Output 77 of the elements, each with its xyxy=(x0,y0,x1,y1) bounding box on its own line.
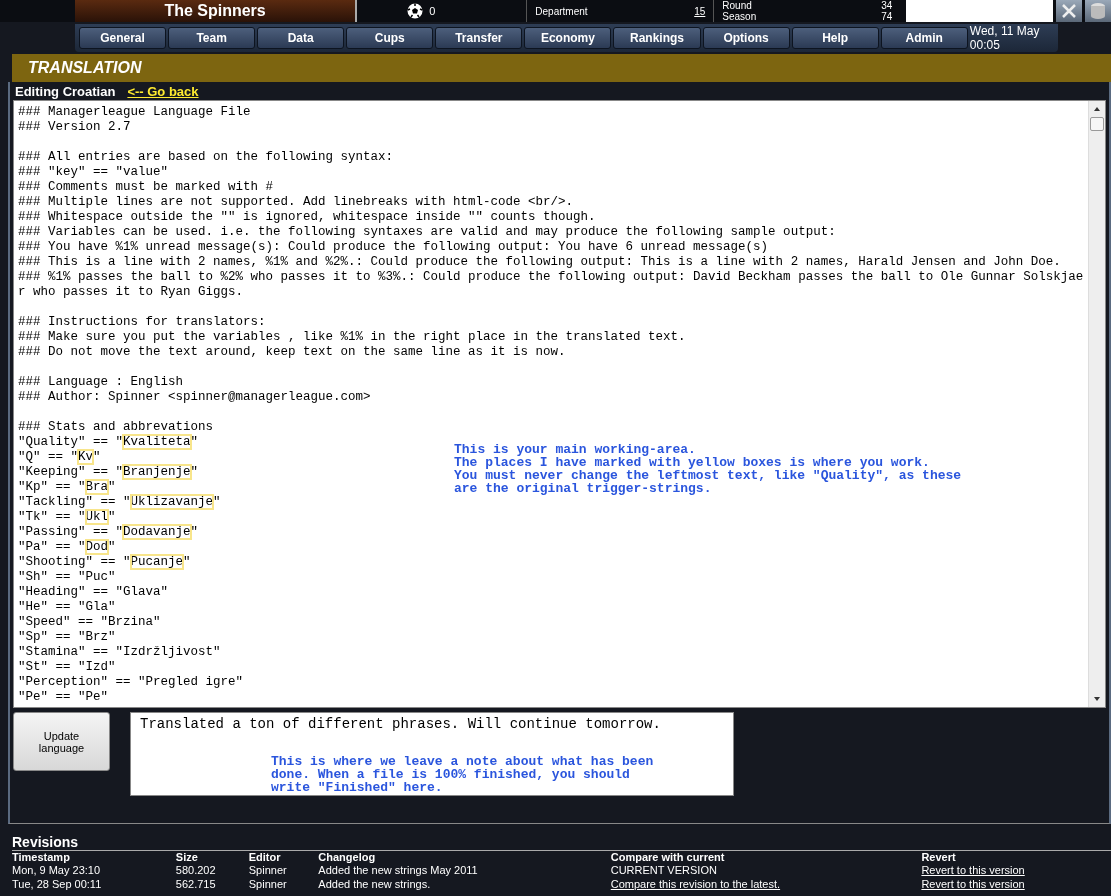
code-line: ### Do not move the text around, keep text on the same line as it is now. xyxy=(18,345,567,360)
code-line: "Perception" == "Pregled igre" xyxy=(18,675,245,690)
code-line: ### %1% passes the ball to %2% who passes it to %3%.: Could produce the following output: David Beckham passes the ball to Ole Gunnar Solskjaer who passes it to Ryan Giggs. xyxy=(18,270,1084,300)
code-line: ### Multiple lines are not supported. Add linebreaks with html-code <br/>. xyxy=(18,195,575,210)
nav-tab[interactable]: Admin xyxy=(880,27,968,49)
nav-tab[interactable]: Cups xyxy=(346,27,434,49)
code-line: "Heading" == "Glava" xyxy=(18,585,170,600)
nav-tab[interactable]: Economy xyxy=(524,27,612,49)
code-line: "St" == "Izd" xyxy=(18,660,117,675)
team-name: The Spinners xyxy=(75,0,358,22)
language-file-editor[interactable] xyxy=(13,100,1106,708)
stat-value: 34 xyxy=(881,0,893,11)
code-line: ### This is a line with 2 names, %1% and %2%.: Could produce the following output: This is a line with 2 names, Harald Jensen and John Doe. xyxy=(18,255,1062,270)
table-cell: 580.202 xyxy=(175,864,216,876)
column-header: Size xyxy=(175,850,249,863)
code-line: ### Make sure you put the variables , like %1% in the right place in the translated text. xyxy=(18,330,687,345)
code-line: ### Managerleague Language File xyxy=(18,105,252,120)
table-cell: 562.715 xyxy=(175,878,216,890)
table-cell: Added the new strings May 2011 xyxy=(318,864,478,876)
code-line: "Passing" == "Dodavanje" xyxy=(18,525,200,540)
code-line: ### You have %1% unread message(s): Could produce the following output: You have 6 unread message(s) xyxy=(18,240,770,255)
table-cell: Mon, 9 May 23:10 xyxy=(12,864,101,876)
tools-icon[interactable] xyxy=(1056,0,1083,22)
table-cell: Tue, 28 Sep 00:11 xyxy=(12,878,102,890)
code-line: ### Version 2.7 xyxy=(18,120,132,135)
ball-count: 0 xyxy=(429,5,436,17)
nav-tab[interactable]: Data xyxy=(257,27,345,49)
code-line: ### All entries are based on the following syntax: xyxy=(18,150,395,165)
code-line: ### Author: Spinner <spinner@managerleague.com> xyxy=(18,390,372,405)
stat-value: 74 xyxy=(881,11,893,22)
annotation-text: This is your main working-area. The places I have marked with yellow boxes is where you work. You must never change the leftmost text, like "Quality", as these are the original trigger-strings. xyxy=(454,443,962,495)
table-cell: Spinner xyxy=(248,864,287,876)
annotation-text: This is where we leave a note about what has been done. When a file is 100% finished, you should write "Finished" here. xyxy=(271,755,654,794)
stat-value-link[interactable]: 15 xyxy=(694,5,706,17)
note-field[interactable]: Translated a ton of different phrases. Will continue tomorrow. This is where we leave a note about what has been done. When a file is 100% finished, you should write "Finished" here. xyxy=(130,712,734,796)
nav-tab[interactable]: General xyxy=(79,27,167,49)
code-line: ### Comments must be marked with # xyxy=(18,180,275,195)
column-header: Timestamp xyxy=(12,850,176,863)
go-back-link[interactable]: <-- Go back xyxy=(127,83,199,99)
nav-tab[interactable]: Help xyxy=(791,27,879,49)
code-line: "Sp" == "Brz" xyxy=(18,630,117,645)
stat-label: Season xyxy=(722,11,757,22)
code-line: "Stamina" == "Izdržljivost" xyxy=(18,645,222,660)
nav-tab[interactable]: Transfer xyxy=(435,27,523,49)
revert-link[interactable]: Revert to this version xyxy=(921,878,1025,890)
stat-label: Department xyxy=(535,5,588,17)
code-line: ### Stats and abbrevations xyxy=(18,420,215,435)
update-language-button[interactable]: Update language xyxy=(13,712,110,771)
code-line: "Speed" == "Brzina" xyxy=(18,615,162,630)
soccer-ball-icon xyxy=(407,3,424,19)
code-line: ### Language : English xyxy=(18,375,185,390)
nav-tab[interactable]: Rankings xyxy=(613,27,701,49)
code-line: ### "key" == "value" xyxy=(18,165,170,180)
nav-tab[interactable]: Options xyxy=(702,27,790,49)
column-header: Revert xyxy=(921,850,1111,863)
code-line: "Pe" == "Pe" xyxy=(18,690,110,705)
table-cell: Spinner xyxy=(248,878,287,890)
editing-label: Editing Croatian xyxy=(15,83,116,99)
stat-label: Round xyxy=(722,0,752,11)
column-header: Changelog xyxy=(318,850,611,863)
code-line: ### Whitespace outside the "" is ignored, whitespace inside "" counts though. xyxy=(18,210,597,225)
code-line: ### Instructions for translators: xyxy=(18,315,267,330)
current-datetime: Wed, 11 May 00:05 xyxy=(969,24,1041,52)
column-header: Compare with current xyxy=(610,850,922,863)
nav-tab[interactable]: Team xyxy=(168,27,256,49)
column-header: Editor xyxy=(248,850,319,863)
section-header: TRANSLATION xyxy=(12,54,1111,82)
database-icon[interactable] xyxy=(1085,0,1111,22)
code-line: "Sh" == "Puc" xyxy=(18,570,117,585)
table-cell: Added the new strings. xyxy=(318,878,431,890)
code-line: "He" == "Gla" xyxy=(18,600,117,615)
table-cell: CURRENT VERSION xyxy=(610,864,717,876)
revisions-title: Revisions xyxy=(12,834,80,850)
scrollbar-thumb[interactable] xyxy=(1090,117,1104,131)
code-line: ### Variables can be used. i.e. the following syntaxes are valid and may produce the following sample output: xyxy=(18,225,837,240)
revert-link[interactable]: Revert to this version xyxy=(921,864,1025,876)
compare-link[interactable]: Compare this revision to the latest. xyxy=(610,878,781,890)
